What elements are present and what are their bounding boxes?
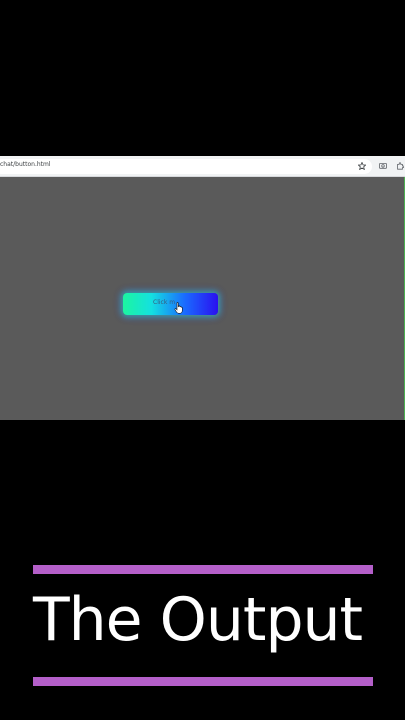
- browser-toolbar: [0, 156, 405, 177]
- caption-bottom-rule: [33, 677, 373, 686]
- address-bar[interactable]: [0, 159, 372, 174]
- video-frame: chat/button.html Click m The Output: [0, 0, 405, 720]
- button-label: Click m: [153, 299, 176, 306]
- bookmark-star-icon[interactable]: [356, 159, 368, 173]
- caption-top-rule: [33, 565, 373, 574]
- gradient-click-button[interactable]: Click m: [123, 293, 218, 315]
- caption-title: The Output: [33, 585, 363, 655]
- extensions-icon[interactable]: [394, 159, 405, 173]
- hand-pointer-cursor-icon: [174, 302, 183, 314]
- address-bar-url: chat/button.html: [0, 161, 51, 168]
- camera-icon[interactable]: [377, 159, 389, 173]
